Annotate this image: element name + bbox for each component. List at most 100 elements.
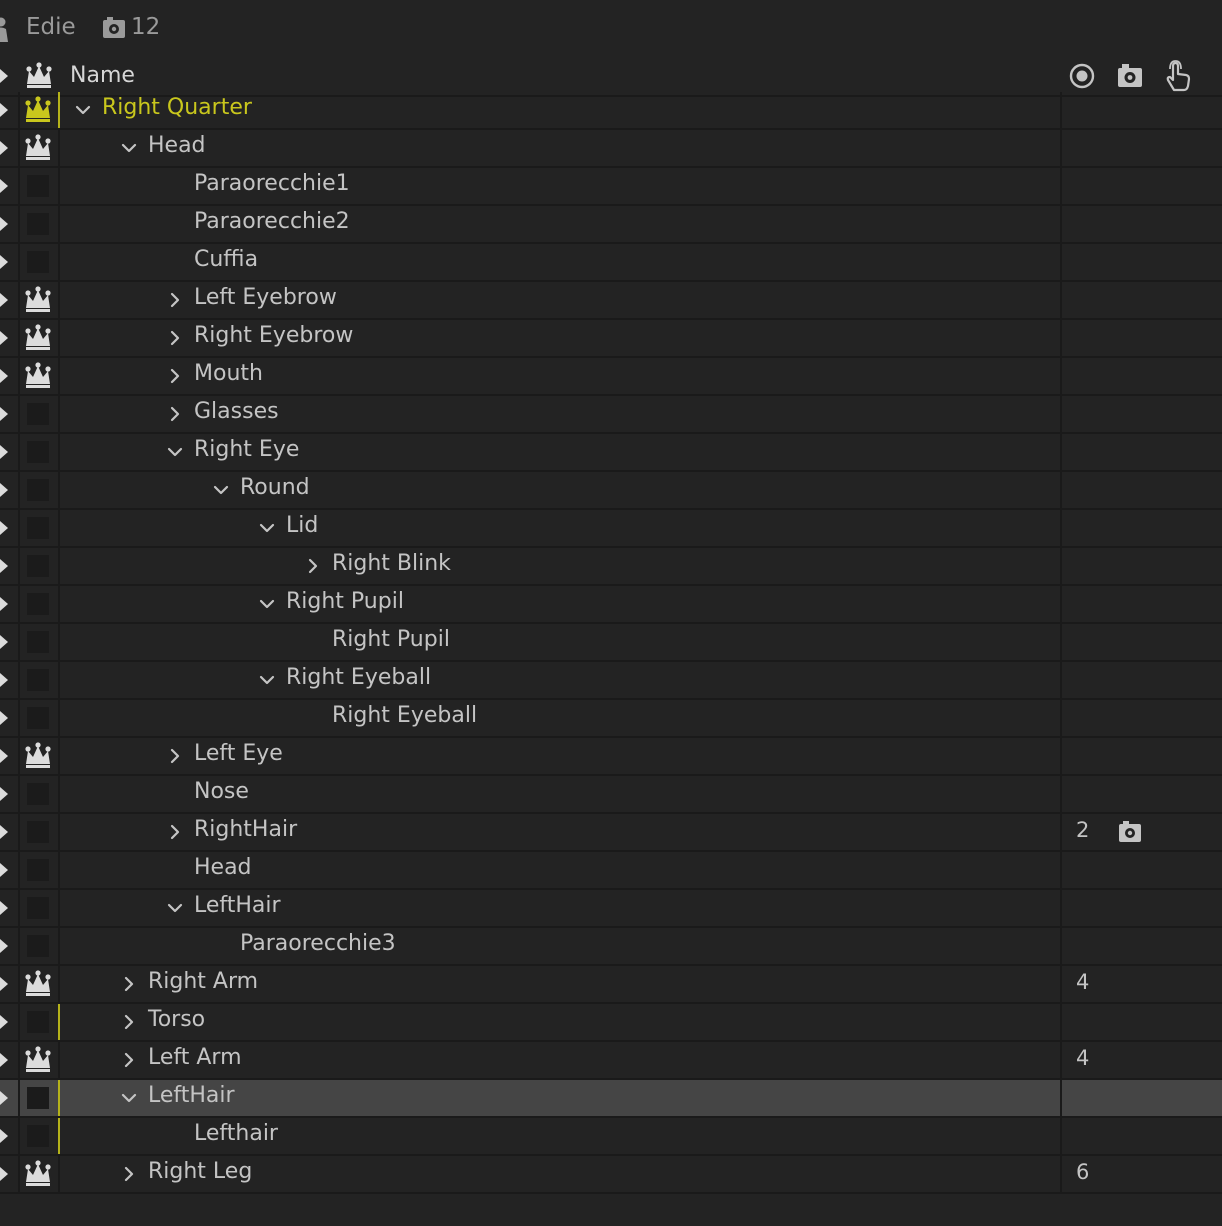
- tree-row[interactable]: Right Arm 4: [0, 966, 1222, 1004]
- tag-cell[interactable]: [20, 92, 58, 128]
- row-label[interactable]: LeftHair: [148, 1083, 235, 1108]
- tag-cell[interactable]: [20, 282, 58, 318]
- row-twirl-arrow[interactable]: [0, 939, 8, 953]
- tree-row[interactable]: Right Eyeball: [0, 700, 1222, 738]
- tag-cell[interactable]: [20, 624, 58, 660]
- tag-checkbox[interactable]: [27, 707, 49, 729]
- row-label[interactable]: Paraorecchie1: [194, 171, 350, 196]
- tag-cell[interactable]: [20, 396, 58, 432]
- tag-cell[interactable]: [20, 738, 58, 774]
- tag-cell[interactable]: [20, 434, 58, 470]
- tag-cell[interactable]: [20, 320, 58, 356]
- tree-row[interactable]: Left Eyebrow: [0, 282, 1222, 320]
- row-label[interactable]: Right Eyeball: [286, 665, 431, 690]
- row-twirl-arrow[interactable]: [0, 673, 8, 687]
- row-label[interactable]: Nose: [194, 779, 249, 804]
- tree-row[interactable]: Right Quarter: [0, 92, 1222, 130]
- chevron-down-icon[interactable]: [258, 519, 276, 537]
- camera-icon[interactable]: [1117, 64, 1143, 88]
- tag-checkbox[interactable]: [27, 251, 49, 273]
- row-label[interactable]: Right Eyeball: [332, 703, 477, 728]
- row-twirl-arrow[interactable]: [0, 1167, 8, 1181]
- tag-cell[interactable]: [20, 966, 58, 1002]
- tag-cell[interactable]: [20, 662, 58, 698]
- chevron-right-icon[interactable]: [120, 975, 138, 993]
- row-label[interactable]: Right Pupil: [286, 589, 404, 614]
- tag-cell[interactable]: [20, 700, 58, 736]
- row-twirl-arrow[interactable]: [0, 521, 8, 535]
- tree-row[interactable]: LeftHair: [0, 890, 1222, 928]
- tag-checkbox[interactable]: [27, 213, 49, 235]
- row-twirl-arrow[interactable]: [0, 825, 8, 839]
- tag-checkbox[interactable]: [27, 821, 49, 843]
- row-twirl-arrow[interactable]: [0, 445, 8, 459]
- tag-checkbox[interactable]: [27, 175, 49, 197]
- tree-row[interactable]: Torso: [0, 1004, 1222, 1042]
- row-twirl-arrow[interactable]: [0, 407, 8, 421]
- tag-checkbox[interactable]: [27, 517, 49, 539]
- tree-row[interactable]: Paraorecchie2: [0, 206, 1222, 244]
- row-label[interactable]: Right Eyebrow: [194, 323, 353, 348]
- row-label[interactable]: Left Eye: [194, 741, 283, 766]
- chevron-right-icon[interactable]: [166, 405, 184, 423]
- tag-cell[interactable]: [20, 1004, 58, 1040]
- tag-cell[interactable]: [20, 776, 58, 812]
- tag-checkbox[interactable]: [27, 1125, 49, 1147]
- tree-row[interactable]: Nose: [0, 776, 1222, 814]
- row-label[interactable]: Right Arm: [148, 969, 258, 994]
- tag-cell[interactable]: [20, 130, 58, 166]
- tag-checkbox[interactable]: [27, 441, 49, 463]
- tag-checkbox[interactable]: [27, 631, 49, 653]
- tree-row[interactable]: Head: [0, 130, 1222, 168]
- row-label[interactable]: Glasses: [194, 399, 279, 424]
- tree-row[interactable]: Left Arm 4: [0, 1042, 1222, 1080]
- chevron-right-icon[interactable]: [166, 329, 184, 347]
- row-twirl-arrow[interactable]: [0, 787, 8, 801]
- tag-checkbox[interactable]: [27, 935, 49, 957]
- name-column-header[interactable]: Name: [70, 63, 135, 88]
- row-label[interactable]: LeftHair: [194, 893, 281, 918]
- chevron-right-icon[interactable]: [166, 367, 184, 385]
- chevron-down-icon[interactable]: [120, 1089, 138, 1107]
- chevron-down-icon[interactable]: [212, 481, 230, 499]
- chevron-down-icon[interactable]: [258, 595, 276, 613]
- header-expander[interactable]: [0, 69, 8, 83]
- tag-checkbox[interactable]: [27, 555, 49, 577]
- row-twirl-arrow[interactable]: [0, 977, 8, 991]
- row-label[interactable]: Right Quarter: [102, 95, 252, 120]
- row-twirl-arrow[interactable]: [0, 559, 8, 573]
- chevron-right-icon[interactable]: [120, 1051, 138, 1069]
- row-label[interactable]: Right Eye: [194, 437, 299, 462]
- crown-icon[interactable]: [23, 134, 53, 162]
- tag-cell[interactable]: [20, 510, 58, 546]
- row-twirl-arrow[interactable]: [0, 179, 8, 193]
- tree-row[interactable]: Right Eyebrow: [0, 320, 1222, 358]
- tag-cell[interactable]: [20, 358, 58, 394]
- tag-cell[interactable]: [20, 814, 58, 850]
- tag-cell[interactable]: [20, 928, 58, 964]
- tree-row[interactable]: RightHair 2: [0, 814, 1222, 852]
- chevron-right-icon[interactable]: [304, 557, 322, 575]
- tag-cell[interactable]: [20, 1156, 58, 1192]
- row-label[interactable]: Left Arm: [148, 1045, 242, 1070]
- chevron-down-icon[interactable]: [120, 139, 138, 157]
- row-label[interactable]: Lid: [286, 513, 318, 538]
- row-twirl-arrow[interactable]: [0, 369, 8, 383]
- row-twirl-arrow[interactable]: [0, 901, 8, 915]
- chevron-right-icon[interactable]: [120, 1013, 138, 1031]
- row-label[interactable]: Paraorecchie3: [240, 931, 396, 956]
- tree-row[interactable]: Right Eyeball: [0, 662, 1222, 700]
- tree-row[interactable]: Paraorecchie3: [0, 928, 1222, 966]
- crown-icon[interactable]: [23, 1160, 53, 1188]
- row-label[interactable]: Mouth: [194, 361, 263, 386]
- tag-checkbox[interactable]: [27, 1087, 49, 1109]
- row-label[interactable]: Right Blink: [332, 551, 451, 576]
- row-twirl-arrow[interactable]: [0, 103, 8, 117]
- tree-row[interactable]: Left Eye: [0, 738, 1222, 776]
- row-twirl-arrow[interactable]: [0, 1129, 8, 1143]
- puppet-name[interactable]: Edie: [26, 14, 76, 40]
- tree-row[interactable]: Right Pupil: [0, 586, 1222, 624]
- row-twirl-arrow[interactable]: [0, 597, 8, 611]
- row-label[interactable]: Left Eyebrow: [194, 285, 337, 310]
- row-twirl-arrow[interactable]: [0, 255, 8, 269]
